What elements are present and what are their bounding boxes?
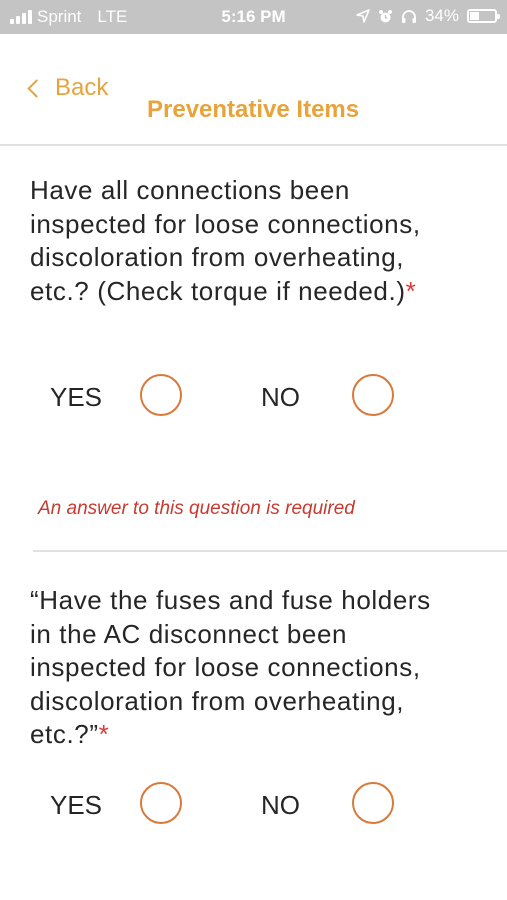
headphones-icon — [401, 9, 416, 23]
battery-percent: 34% — [424, 6, 459, 25]
battery-icon — [467, 9, 500, 23]
yes-label: YES — [50, 790, 103, 820]
battery-fill — [470, 12, 479, 20]
yes-label: YES — [50, 382, 103, 412]
page-title: Preventative Items — [147, 96, 360, 123]
question-1: Have all connections been inspected for … — [30, 174, 450, 308]
status-bar: Sprint LTE 5:16 PM 34% — [0, 0, 507, 34]
divider — [33, 550, 507, 552]
yes-radio[interactable] — [140, 782, 182, 824]
question-2: “Have the fuses and fuse holders in the … — [30, 584, 450, 752]
no-label: NO — [261, 790, 300, 820]
back-label: Back — [55, 74, 109, 101]
navigation-bar: Back Preventative Items — [0, 34, 507, 146]
required-marker: * — [98, 719, 110, 749]
no-radio[interactable] — [352, 782, 394, 824]
validation-error: An answer to this question is required — [38, 498, 355, 519]
question-1-text: Have all connections been inspected for … — [30, 175, 421, 306]
no-radio[interactable] — [352, 374, 394, 416]
answer-row-1: YES NO — [0, 367, 507, 427]
location-icon — [356, 9, 370, 23]
yes-radio[interactable] — [140, 374, 182, 416]
no-label: NO — [261, 382, 300, 412]
required-marker: * — [405, 275, 417, 306]
chevron-left-icon — [27, 78, 46, 98]
answer-row-2: YES NO — [0, 775, 507, 835]
alarm-icon — [378, 9, 392, 22]
status-right: 34% — [356, 6, 500, 26]
back-button[interactable]: Back — [26, 74, 108, 102]
question-2-text: “Have the fuses and fuse holders in the … — [30, 585, 431, 749]
